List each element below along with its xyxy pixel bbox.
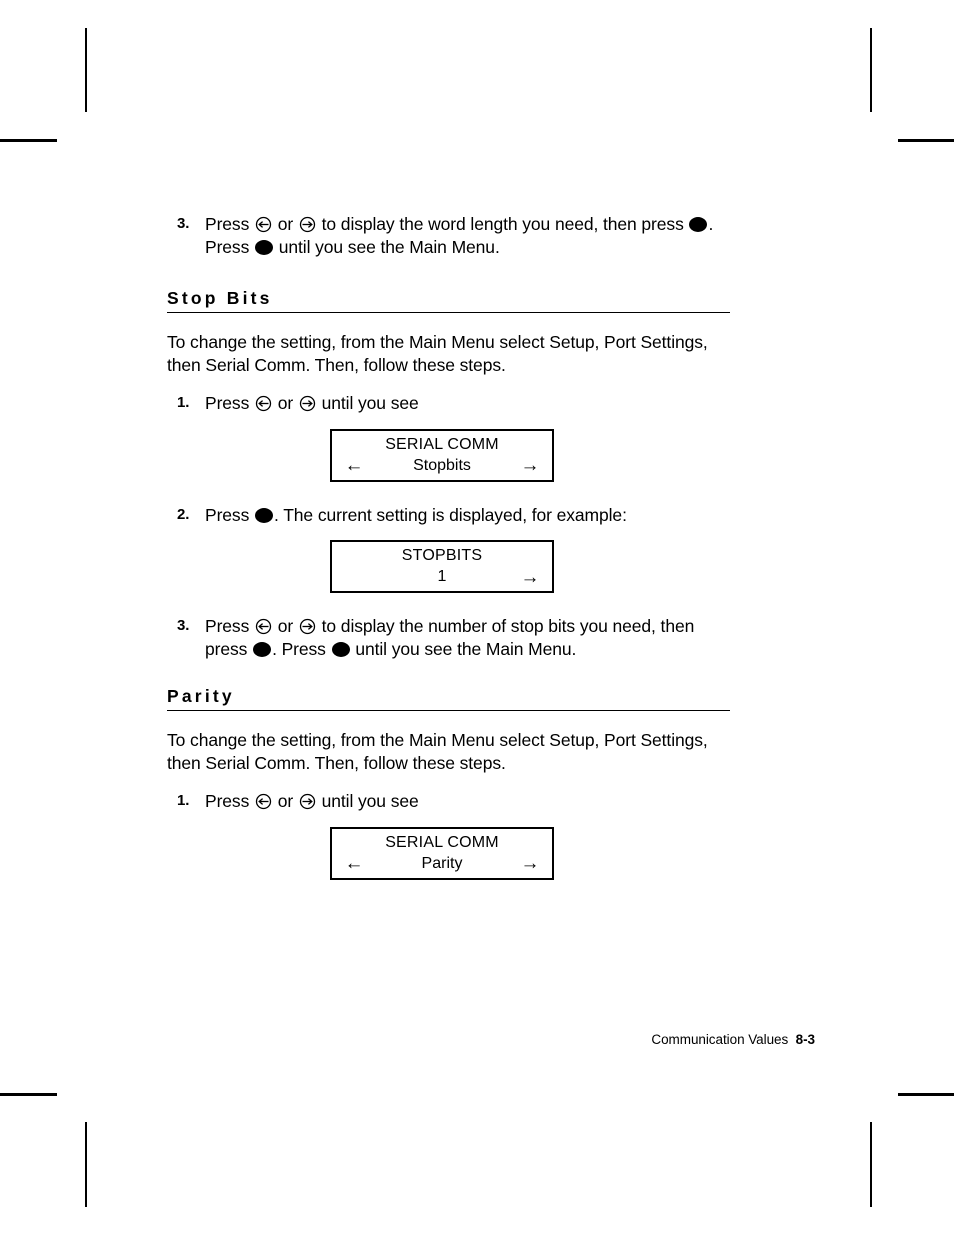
step-text-e: until you see the Main Menu. (350, 638, 577, 659)
step-number: 3. (177, 617, 190, 634)
circled-left-arrow-icon (255, 618, 272, 635)
lcd-display: SERIAL COMM ← Parity → (330, 826, 554, 880)
filled-circle-enter-icon (331, 641, 350, 657)
manual-page: 3. Press or to display the word length y… (0, 0, 954, 1235)
lcd-line-1: STOPBITS (401, 547, 483, 564)
circled-right-arrow-icon (299, 793, 316, 810)
section-intro-paragraph: To change the setting, from the Main Men… (167, 332, 708, 375)
lcd-display-wrapper: STOPBITS 1 → (167, 540, 717, 593)
step-text-c: to display the word length you need, the… (316, 214, 689, 234)
page-footer: Communication Values 8-3 (0, 1032, 815, 1047)
circled-left-arrow-icon (255, 395, 272, 412)
circled-left-arrow-icon (255, 793, 272, 810)
lcd-line-2-row: ← Stopbits → (332, 454, 552, 478)
step-text-a: Press (205, 791, 254, 811)
step-number: 1. (177, 394, 190, 411)
step-text-a: Press (205, 616, 254, 636)
filled-circle-enter-icon (253, 641, 272, 657)
step-number: 2. (177, 505, 190, 523)
step-item: 1. Press or until you see (167, 392, 733, 415)
step-item: 1. Press or until you see (167, 790, 733, 813)
lcd-display-wrapper: SERIAL COMM ← Stopbits → (167, 428, 717, 482)
lcd-line-2-row: ← Parity → (332, 852, 552, 876)
circled-right-arrow-icon (299, 395, 316, 412)
page-title: Stop Bits (167, 288, 273, 308)
footer-chapter-title: Communication Values (651, 1032, 789, 1047)
lcd-display: STOPBITS 1 → (330, 540, 554, 593)
filled-circle-enter-icon (255, 239, 273, 255)
step-number: 3. (177, 215, 190, 232)
lcd-right-arrow-icon: → (520, 566, 540, 588)
lcd-right-arrow-icon: → (520, 455, 540, 476)
step-text-b: or (273, 791, 298, 811)
lcd-left-arrow-icon: ← (344, 455, 364, 476)
step-number: 1. (177, 792, 190, 809)
lcd-line-2-row: 1 → (332, 565, 552, 589)
lcd-line-2-text: Parity (421, 854, 463, 872)
lcd-left-arrow-icon: ← (344, 853, 364, 874)
step-text-b: or (273, 393, 298, 413)
lcd-line-2-text: 1 (437, 568, 447, 585)
section-intro-paragraph: To change the setting, from the Main Men… (167, 730, 708, 773)
circled-right-arrow-icon (299, 216, 316, 233)
page-title: Parity (167, 686, 235, 706)
circled-left-arrow-icon (255, 216, 272, 233)
step-text-d: . Press (272, 638, 331, 659)
footer-page-number: 8-3 (795, 1032, 815, 1047)
lcd-line-2-text: Stopbits (413, 456, 471, 474)
step-text-b: or (273, 616, 298, 636)
lcd-display-wrapper: SERIAL COMM ← Parity → (167, 826, 717, 880)
step-text-b: or (273, 214, 298, 234)
filled-circle-enter-icon (689, 217, 708, 232)
filled-circle-enter-icon (255, 507, 273, 523)
step-item: 2. Press . The current setting is displa… (167, 504, 733, 527)
lcd-line-1: SERIAL COMM (385, 833, 499, 851)
lcd-line-1: SERIAL COMM (385, 435, 499, 453)
step-text-a: Press (205, 504, 254, 525)
page-content: 3. Press or to display the word length y… (167, 213, 733, 880)
circled-right-arrow-icon (299, 618, 316, 635)
step-item: 3. Press or to display the number of sto… (167, 615, 733, 660)
section-parity: Parity To change the setting, from the M… (167, 686, 733, 880)
step-text-b: . The current setting is displayed, for … (274, 504, 627, 525)
step-text-e: until you see the Main Menu. (274, 236, 500, 257)
lcd-display: SERIAL COMM ← Stopbits → (330, 428, 554, 482)
section-stop-bits: Stop Bits To change the setting, from th… (167, 288, 733, 660)
lcd-right-arrow-icon: → (520, 853, 540, 874)
step-text-a: Press (205, 393, 254, 413)
step-item: 3. Press or to display the word length y… (167, 213, 733, 258)
step-text-a: Press (205, 214, 254, 234)
step-text-c: until you see (316, 791, 419, 811)
step-text-c: until you see (316, 393, 419, 413)
